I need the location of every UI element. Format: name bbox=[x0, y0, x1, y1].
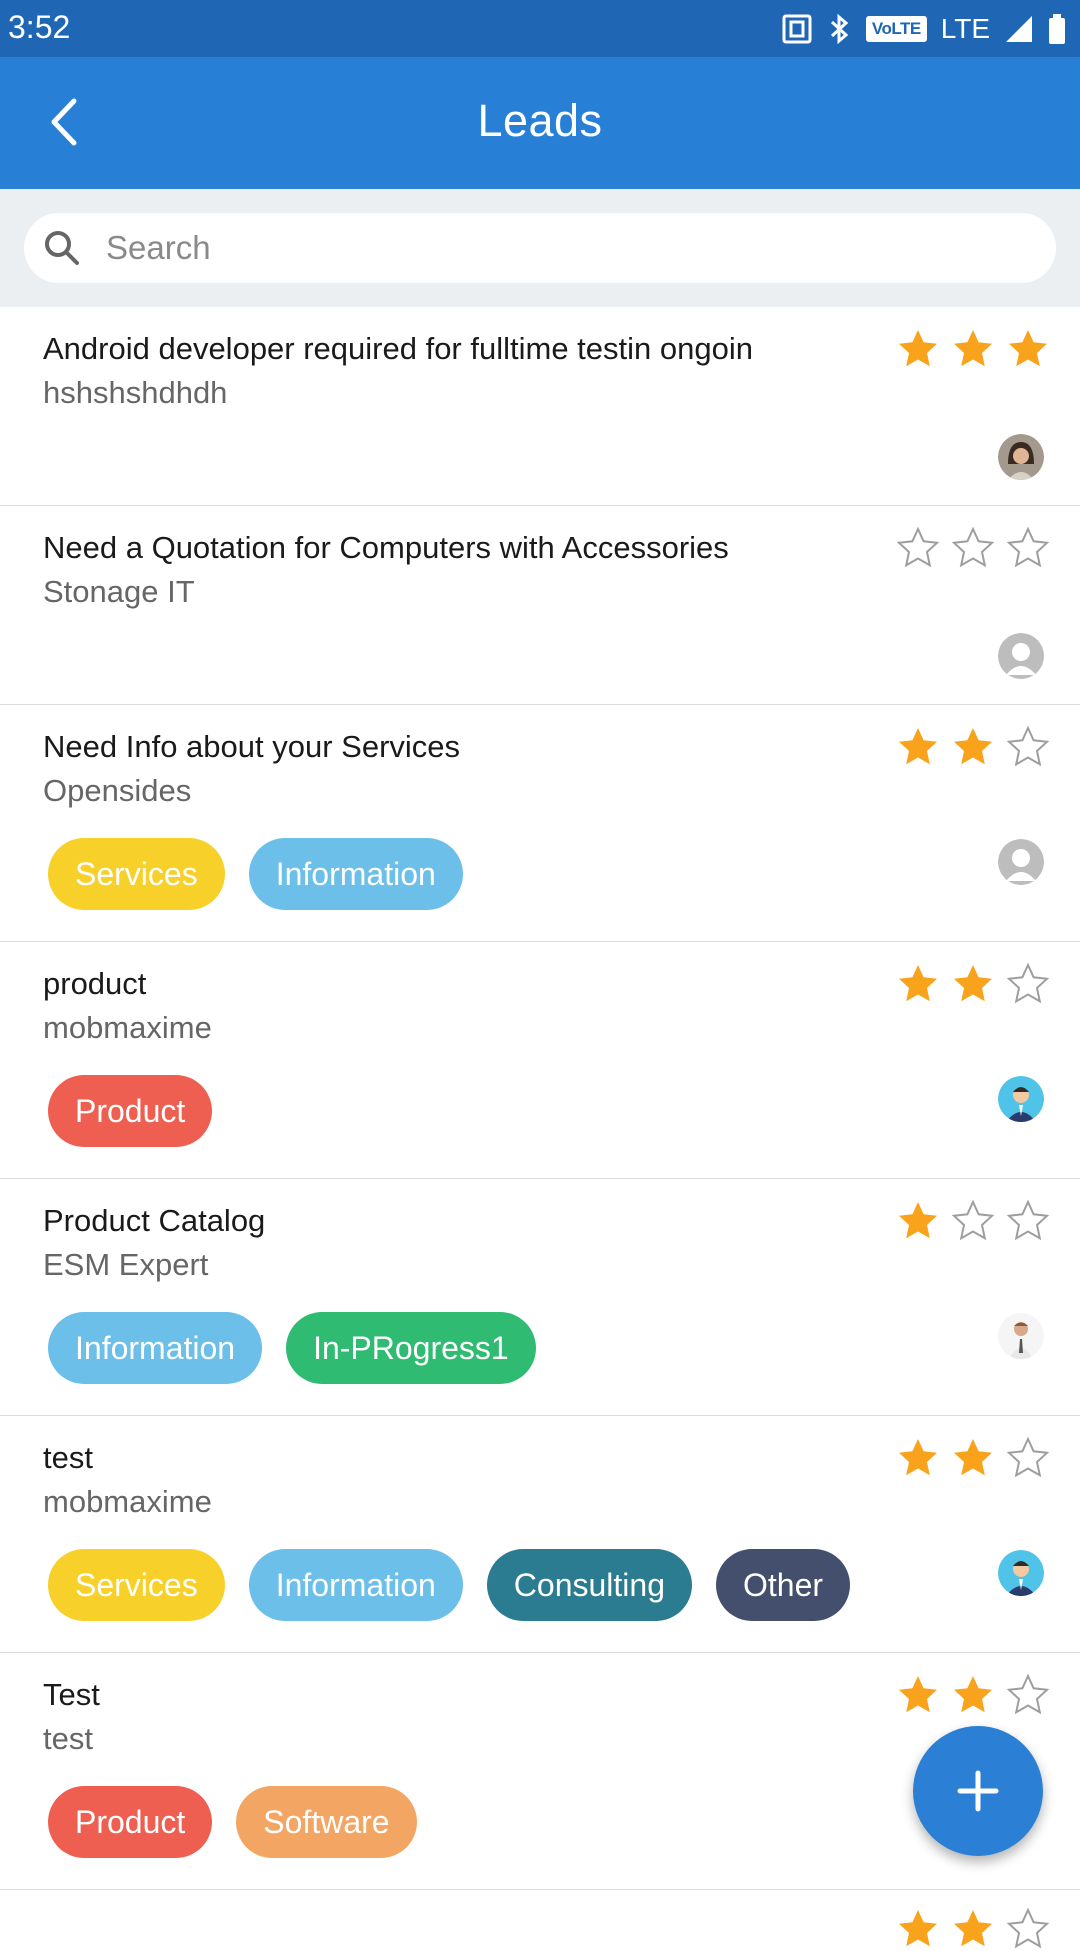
lead-title: Test bbox=[43, 1677, 100, 1712]
star-empty-icon[interactable] bbox=[1006, 962, 1050, 1006]
lead-title: Android developer required for fulltime … bbox=[43, 331, 753, 366]
star-filled-icon[interactable] bbox=[896, 962, 940, 1006]
tag-chip[interactable]: Information bbox=[248, 1549, 463, 1621]
star-filled-icon[interactable] bbox=[896, 1673, 940, 1717]
lead-company: mobmaxime bbox=[43, 1484, 212, 1519]
star-empty-icon[interactable] bbox=[896, 526, 940, 570]
tag-chip[interactable]: Product bbox=[48, 1075, 213, 1147]
star-filled-icon[interactable] bbox=[896, 1436, 940, 1480]
lead-row[interactable]: Need a Quotation for Computers with Acce… bbox=[0, 506, 1080, 705]
star-empty-icon[interactable] bbox=[951, 1199, 995, 1243]
tag-chip[interactable]: Services bbox=[48, 1549, 225, 1621]
star-empty-icon[interactable] bbox=[1006, 1436, 1050, 1480]
tag-chip[interactable]: Other bbox=[715, 1549, 851, 1621]
lead-list: Android developer required for fulltime … bbox=[0, 307, 1080, 1890]
star-filled-icon[interactable] bbox=[951, 1436, 995, 1480]
star-filled-icon[interactable] bbox=[951, 1907, 995, 1951]
lead-tags: Information In-PRogress1 bbox=[48, 1312, 536, 1384]
lead-rating[interactable] bbox=[896, 1436, 1050, 1480]
lead-rating[interactable] bbox=[896, 725, 1050, 769]
star-empty-icon[interactable] bbox=[951, 526, 995, 570]
lead-company: Opensides bbox=[43, 773, 192, 808]
nfc-icon bbox=[782, 14, 812, 44]
lead-row[interactable]: Android developer required for fulltime … bbox=[0, 307, 1080, 506]
star-filled-icon[interactable] bbox=[896, 327, 940, 371]
search-bar bbox=[0, 189, 1080, 307]
tag-chip[interactable]: Services bbox=[48, 838, 225, 910]
signal-icon bbox=[1004, 14, 1034, 44]
avatar bbox=[998, 1313, 1044, 1359]
lead-rating[interactable] bbox=[896, 327, 1050, 371]
avatar bbox=[998, 839, 1044, 885]
tag-chip[interactable]: Consulting bbox=[486, 1549, 692, 1621]
status-time: 3:52 bbox=[8, 9, 71, 45]
lead-company: ESM Expert bbox=[43, 1247, 209, 1282]
tag-chip[interactable]: Information bbox=[48, 1312, 263, 1384]
avatar bbox=[998, 1550, 1044, 1596]
star-empty-icon[interactable] bbox=[1006, 1673, 1050, 1717]
next-row-stars bbox=[896, 1907, 1050, 1951]
star-empty-icon[interactable] bbox=[1006, 1907, 1050, 1951]
tag-chip[interactable]: Product bbox=[48, 1786, 213, 1858]
lead-row[interactable]: test mobmaxime Services Information Consulti… bbox=[0, 1416, 1080, 1653]
star-filled-icon[interactable] bbox=[896, 725, 940, 769]
lead-company: Stonage IT bbox=[43, 574, 195, 609]
status-icons: VoLTE LTE bbox=[782, 0, 1066, 57]
bluetooth-icon bbox=[826, 13, 852, 45]
lead-title: Need a Quotation for Computers with Acce… bbox=[43, 530, 729, 565]
lead-row[interactable]: Product Catalog ESM Expert Information In-P… bbox=[0, 1179, 1080, 1416]
star-filled-icon[interactable] bbox=[951, 327, 995, 371]
lead-company: hshshshdhdh bbox=[43, 375, 228, 410]
page-title: Leads bbox=[477, 95, 603, 146]
add-lead-button[interactable] bbox=[913, 1726, 1043, 1856]
lead-tags: Product bbox=[48, 1075, 213, 1147]
tag-chip[interactable]: Software bbox=[236, 1786, 417, 1858]
app-bar: Leads bbox=[0, 57, 1080, 189]
star-filled-icon[interactable] bbox=[896, 1907, 940, 1951]
lead-company: mobmaxime bbox=[43, 1010, 212, 1045]
star-filled-icon[interactable] bbox=[951, 1673, 995, 1717]
lead-rating[interactable] bbox=[896, 1199, 1050, 1243]
tag-chip[interactable]: In-PRogress1 bbox=[286, 1312, 536, 1384]
network-type: LTE bbox=[940, 12, 990, 44]
lead-title: Need Info about your Services bbox=[43, 729, 461, 764]
star-empty-icon[interactable] bbox=[1006, 1199, 1050, 1243]
star-filled-icon[interactable] bbox=[951, 962, 995, 1006]
status-bar: 3:52 VoLTE LTE bbox=[0, 0, 1080, 57]
lead-tags: Services Information bbox=[48, 838, 463, 910]
star-empty-icon[interactable] bbox=[1006, 725, 1050, 769]
avatar bbox=[998, 633, 1044, 679]
lead-title: Product Catalog bbox=[43, 1203, 266, 1238]
lead-row[interactable]: Need Info about your Services Opensides Se… bbox=[0, 705, 1080, 942]
avatar bbox=[998, 434, 1044, 480]
avatar bbox=[998, 1076, 1044, 1122]
battery-icon bbox=[1048, 13, 1066, 45]
lead-title: test bbox=[43, 1440, 93, 1475]
lead-company: test bbox=[43, 1721, 93, 1756]
lead-row[interactable]: product mobmaxime Product bbox=[0, 942, 1080, 1179]
lead-tags: Services Information Consulting Other bbox=[48, 1549, 851, 1621]
lead-title: product bbox=[43, 966, 147, 1001]
tag-chip[interactable]: Information bbox=[248, 838, 463, 910]
search-icon bbox=[42, 228, 82, 268]
search-input[interactable] bbox=[104, 228, 1008, 268]
search-box[interactable] bbox=[24, 213, 1056, 283]
volte-badge: VoLTE bbox=[865, 15, 927, 42]
lead-tags: Product Software bbox=[48, 1786, 417, 1858]
star-filled-icon[interactable] bbox=[951, 725, 995, 769]
star-empty-icon[interactable] bbox=[1006, 526, 1050, 570]
star-filled-icon[interactable] bbox=[896, 1199, 940, 1243]
plus-icon bbox=[957, 1770, 999, 1812]
lead-rating[interactable] bbox=[896, 1673, 1050, 1717]
star-filled-icon[interactable] bbox=[1006, 327, 1050, 371]
lead-rating[interactable] bbox=[896, 962, 1050, 1006]
lead-rating[interactable] bbox=[896, 526, 1050, 570]
